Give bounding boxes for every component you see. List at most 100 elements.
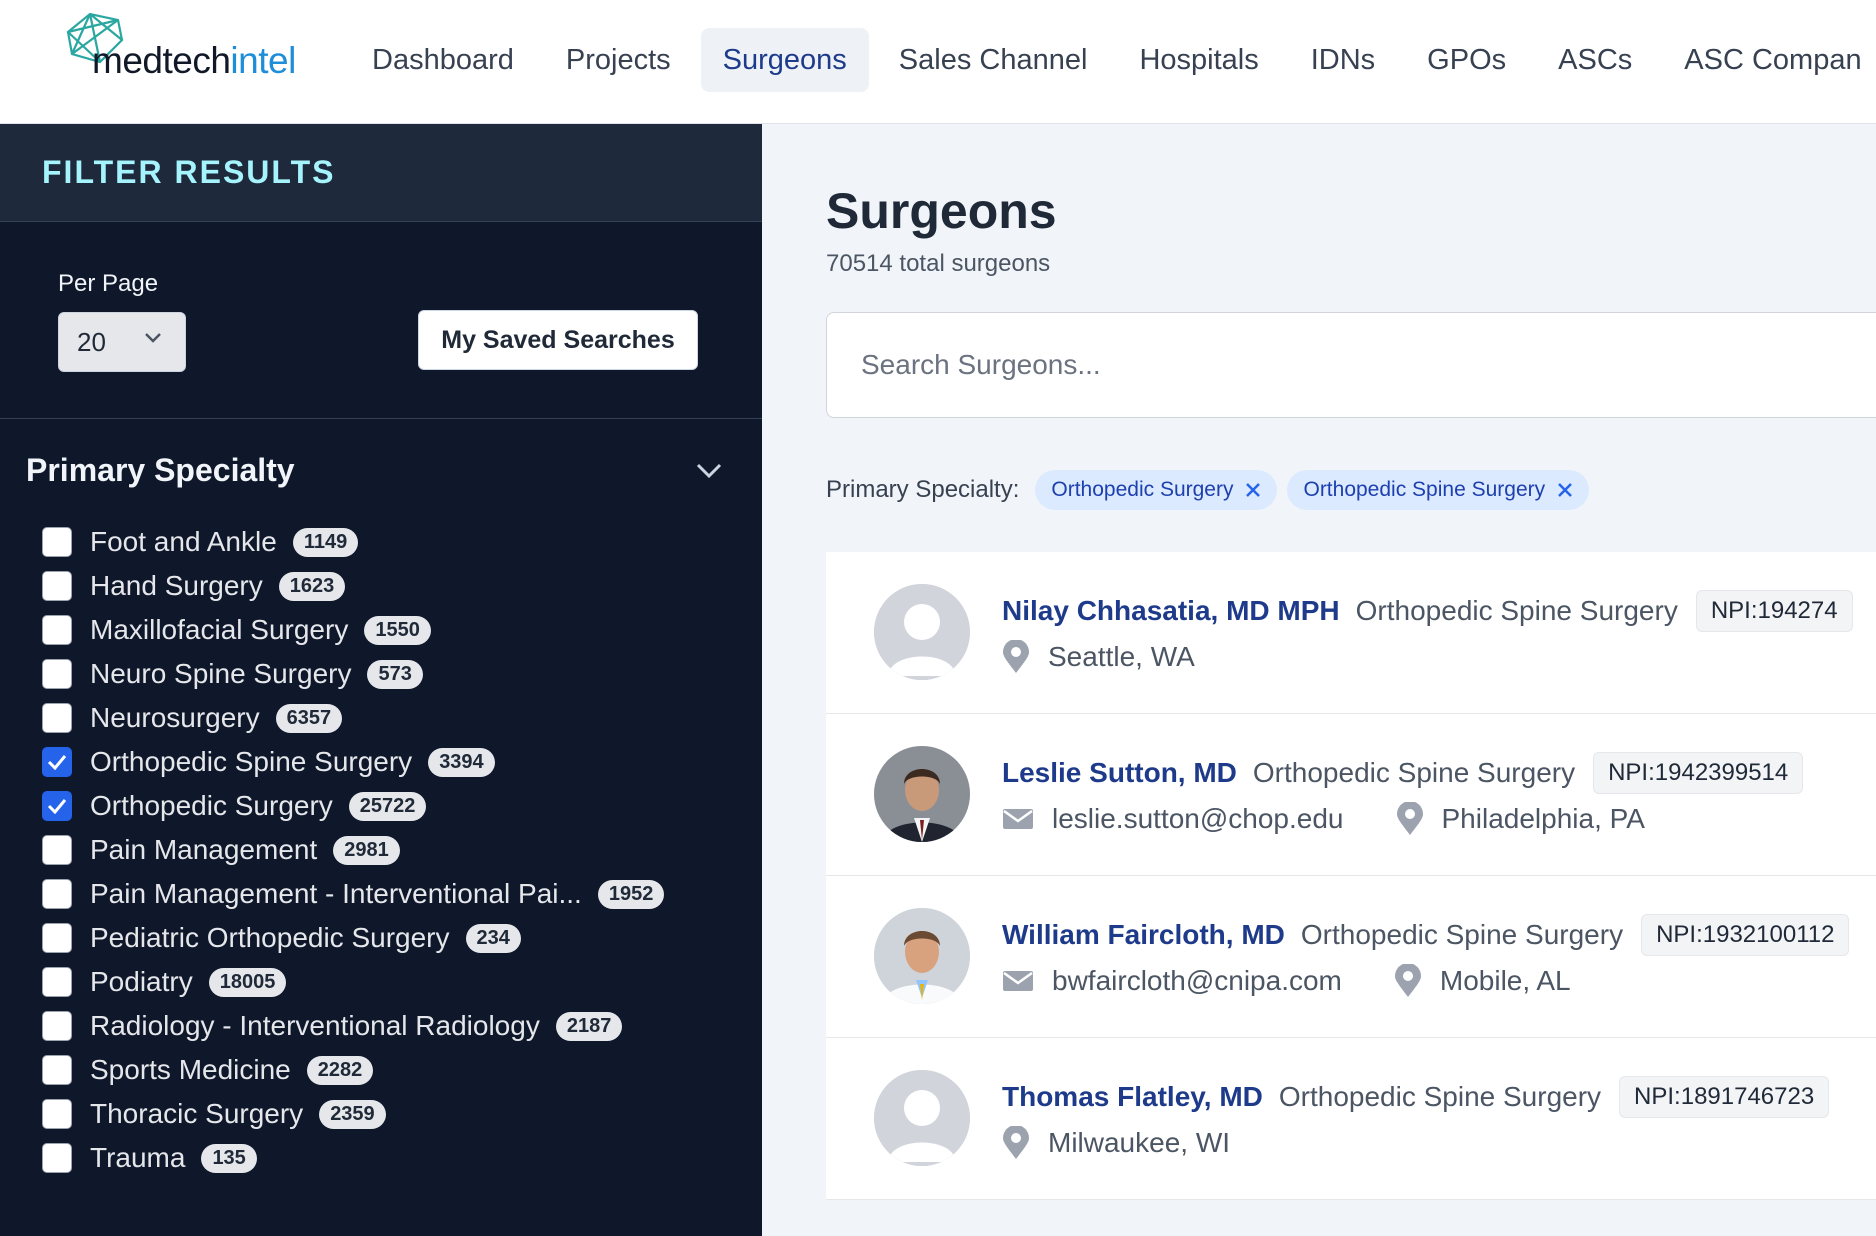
nav-item-gpos[interactable]: GPOs [1405,28,1528,92]
specialty-option[interactable]: Foot and Ankle 1149 [42,520,664,564]
envelope-icon [1003,971,1033,991]
specialty-checkbox[interactable] [42,835,72,865]
top-nav: medtechintel Dashboard Projects Surgeons Sa… [0,0,1876,124]
per-page-value: 20 [77,326,106,357]
surgeon-location-text: Philadelphia, PA [1441,803,1645,834]
specialty-label[interactable]: Sports Medicine [90,1054,291,1086]
nav-item-dashboard[interactable]: Dashboard [350,28,536,92]
specialty-checkbox[interactable] [42,747,72,777]
specialty-option[interactable]: Pain Management - Interventional Pai... 1… [42,872,665,916]
close-icon[interactable] [1557,482,1573,498]
specialty-option[interactable]: Trauma 135 [42,1136,664,1180]
specialty-option[interactable]: Pediatric Orthopedic Surgery 234 [42,916,664,960]
specialty-label[interactable]: Orthopedic Spine Surgery [90,746,412,778]
specialty-label[interactable]: Trauma [90,1142,185,1174]
specialty-label[interactable]: Maxillofacial Surgery [90,614,348,646]
specialty-label[interactable]: Pain Management - Interventional Pai... [90,878,582,910]
nav-item-ascs[interactable]: ASCs [1536,28,1654,92]
specialty-checkbox[interactable] [42,527,72,557]
chevron-down-icon[interactable] [694,460,724,482]
specialty-label[interactable]: Hand Surgery [90,570,263,602]
specialty-checkbox[interactable] [42,967,72,997]
nav-item-idns[interactable]: IDNs [1289,28,1397,92]
surgeon-specialty: Orthopedic Spine Surgery [1355,595,1678,626]
specialty-option[interactable]: Orthopedic Surgery 25722 [42,784,664,828]
nav-item-hospitals[interactable]: Hospitals [1117,28,1280,92]
count-badge: 1550 [364,615,431,645]
surgeon-name-link[interactable]: Nilay Chhasatia, MD MPH [1002,595,1340,627]
page-title: Surgeons [826,183,1057,239]
surgeon-email-text[interactable]: bwfaircloth@cnipa.com [1052,965,1342,997]
count-badge: 573 [367,659,423,689]
nav-item-surgeons[interactable]: Surgeons [700,28,869,92]
surgeon-email[interactable]: leslie.sutton@chop.edu [1002,803,1344,835]
specialty-label[interactable]: Thoracic Surgery [90,1098,303,1130]
specialty-option[interactable]: Maxillofacial Surgery 1550 [42,608,664,652]
avatar[interactable] [874,1070,970,1166]
specialty-option[interactable]: Neuro Spine Surgery 573 [42,652,664,696]
surgeon-info-line: Milwaukee, WI [1002,1126,1282,1160]
specialty-checkbox[interactable] [42,1099,72,1129]
surgeon-specialty: Orthopedic Spine Surgery [1252,757,1576,788]
my-saved-searches-button[interactable]: My Saved Searches [418,310,698,370]
surgeon-location-text: Seattle, WA [1048,641,1195,672]
surgeon-card[interactable]: Nilay Chhasatia, MD MPH Orthopedic Spine … [826,552,1876,714]
specialty-label[interactable]: Podiatry [90,966,193,998]
specialty-option[interactable]: Neurosurgery 6357 [42,696,664,740]
search-input[interactable] [861,349,1761,381]
nav-item-projects[interactable]: Projects [544,28,693,92]
search-box [826,312,1876,418]
specialty-checkbox[interactable] [42,1055,72,1085]
surgeon-name-link[interactable]: Thomas Flatley, MD [1002,1081,1263,1113]
primary-specialty-title[interactable]: Primary Specialty [26,452,295,489]
specialty-label[interactable]: Radiology - Interventional Radiology [90,1010,540,1042]
npi-badge: NPI:1891746723 [1619,1076,1830,1118]
avatar[interactable] [874,908,970,1004]
specialty-checkbox[interactable] [42,1143,72,1173]
specialty-checkbox[interactable] [42,703,72,733]
specialty-checkbox[interactable] [42,791,72,821]
count-badge: 234 [465,923,521,953]
specialty-option[interactable]: Radiology - Interventional Radiology 2187 [42,1004,664,1048]
specialty-checkbox[interactable] [42,659,72,689]
count-badge: 2359 [319,1099,386,1129]
avatar[interactable] [874,746,970,842]
specialty-label[interactable]: Pain Management [90,834,317,866]
surgeon-info-line: bwfaircloth@cnipa.com Mobile, AL [1002,964,1623,998]
per-page-select[interactable]: 20 [58,312,186,372]
specialty-option[interactable]: Pain Management 2981 [42,828,664,872]
specialty-checkbox[interactable] [42,923,72,953]
medtechintel-logo[interactable]: medtechintel [60,10,320,90]
specialty-label[interactable]: Neuro Spine Surgery [90,658,351,690]
specialty-option[interactable]: Orthopedic Spine Surgery 3394 [42,740,664,784]
surgeon-name-link[interactable]: Leslie Sutton, MD [1002,757,1237,789]
avatar[interactable] [874,584,970,680]
per-page-block: Per Page 20 [58,270,186,372]
specialty-label[interactable]: Foot and Ankle [90,526,277,558]
surgeon-card[interactable]: William Faircloth, MD Orthopedic Spine Su… [826,876,1876,1038]
surgeon-card[interactable]: Thomas Flatley, MD Orthopedic Spine Surge… [826,1038,1876,1200]
specialty-label[interactable]: Neurosurgery [90,702,260,734]
npi-badge: NPI:1942399514 [1593,752,1804,794]
specialty-list: Foot and Ankle 1149 Hand Surgery 1623 Maxill… [42,520,665,1180]
specialty-option[interactable]: Podiatry 18005 [42,960,664,1004]
specialty-option[interactable]: Sports Medicine 2282 [42,1048,664,1092]
count-badge: 2282 [306,1055,374,1085]
surgeon-card[interactable]: Leslie Sutton, MD Orthopedic Spine Surger… [826,714,1876,876]
surgeon-email[interactable]: bwfaircloth@cnipa.com [1002,965,1342,997]
specialty-checkbox[interactable] [42,571,72,601]
specialty-option[interactable]: Hand Surgery 1623 [42,564,664,608]
close-icon[interactable] [1245,482,1261,498]
specialty-label[interactable]: Orthopedic Surgery [90,790,333,822]
nav-item-sales-channel[interactable]: Sales Channel [877,28,1110,92]
surgeon-email-text[interactable]: leslie.sutton@chop.edu [1052,803,1344,835]
specialty-checkbox[interactable] [42,1011,72,1041]
specialty-checkbox[interactable] [42,615,72,645]
surgeon-name-link[interactable]: William Faircloth, MD [1002,919,1285,951]
surgeon-name-line: William Faircloth, MD Orthopedic Spine Su… [1002,914,1850,956]
specialty-option[interactable]: Thoracic Surgery 2359 [42,1092,664,1136]
nav-item-asc-compan[interactable]: ASC Compan [1662,28,1876,92]
specialty-checkbox[interactable] [42,879,72,909]
specialty-label[interactable]: Pediatric Orthopedic Surgery [90,922,450,954]
filter-header: FILTER RESULTS [0,124,762,222]
